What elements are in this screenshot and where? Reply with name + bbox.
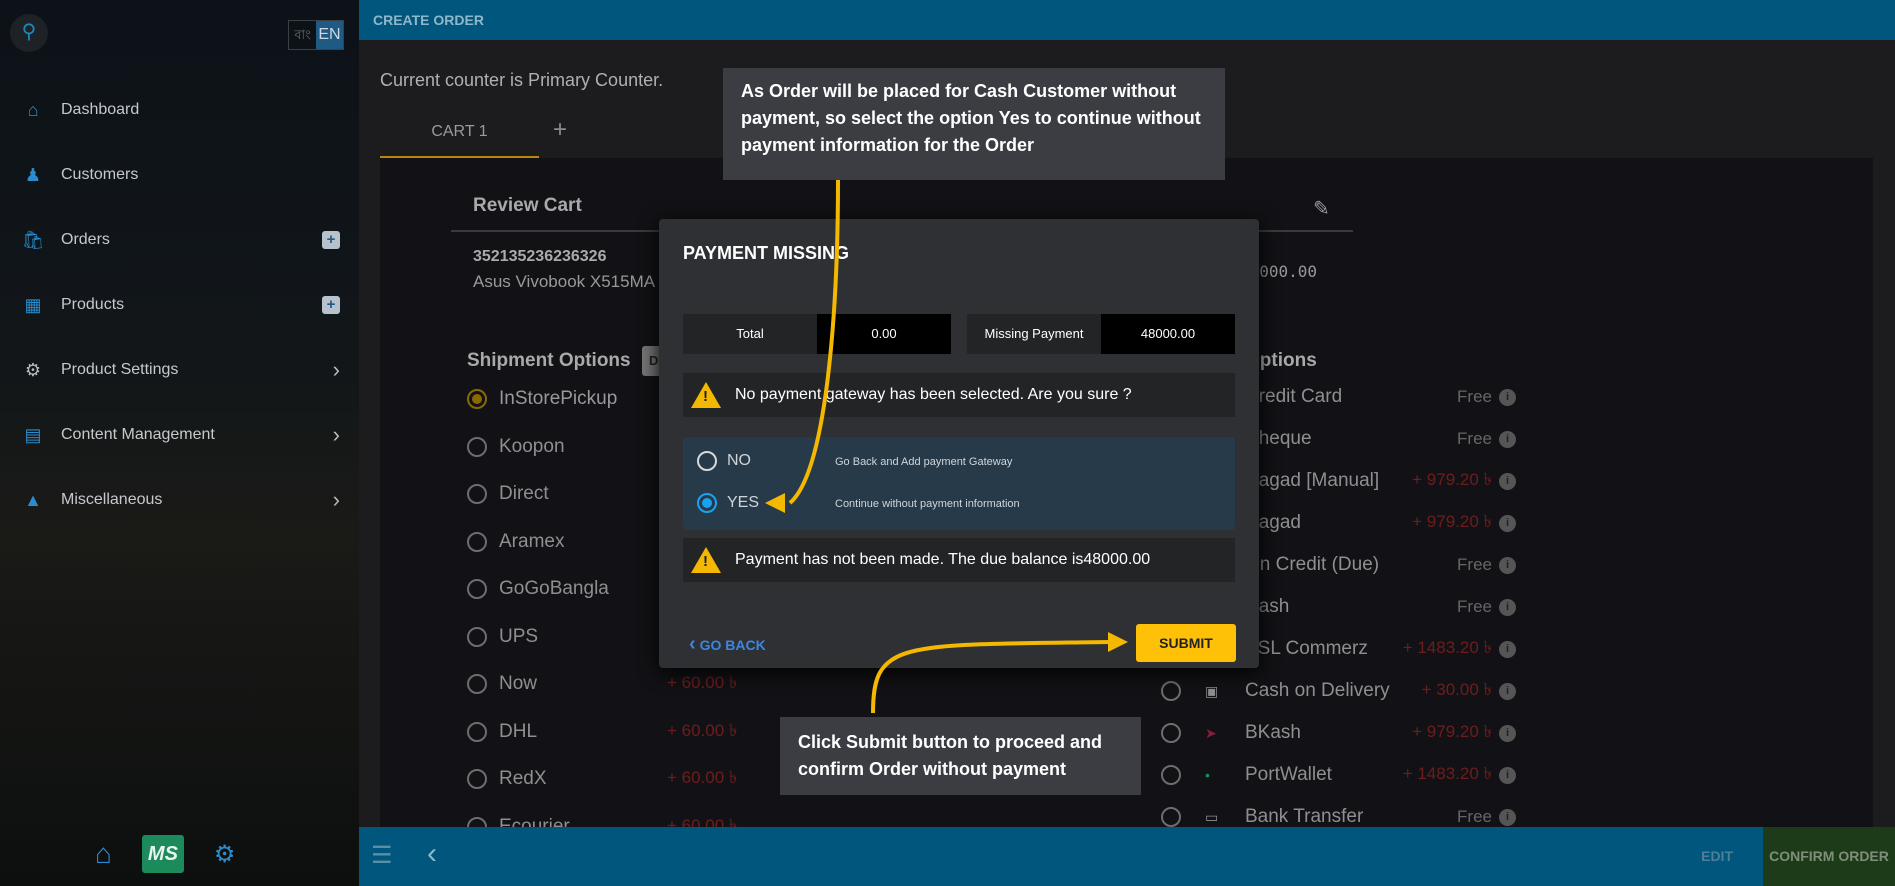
arrowhead-submit <box>1108 632 1128 652</box>
arrow-to-yes <box>788 179 840 505</box>
annotation-arrows <box>765 179 1128 714</box>
arrow-to-submit <box>871 640 1111 714</box>
arrowhead-yes <box>765 493 785 513</box>
